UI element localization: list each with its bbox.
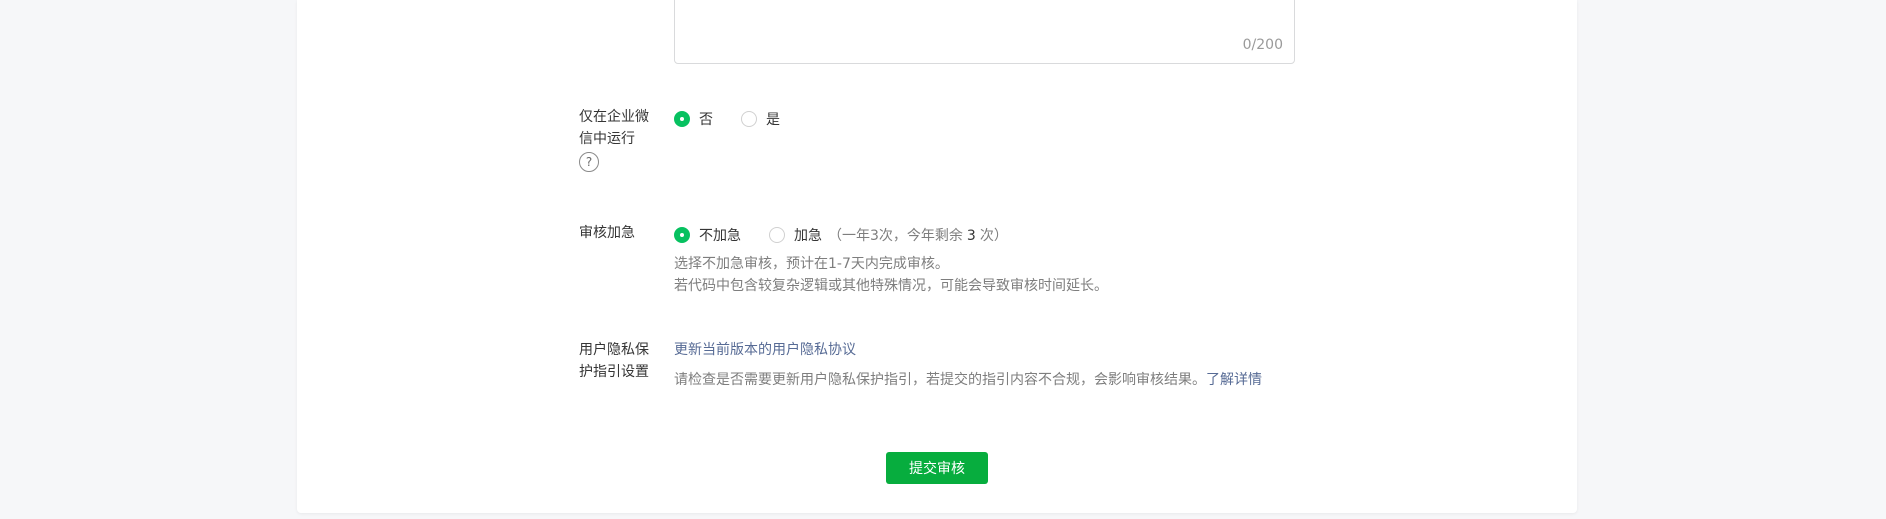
quota-prefix: （一年3次，今年剩余 bbox=[828, 228, 963, 244]
radio-label: 不加急 bbox=[699, 228, 741, 244]
submit-review-button[interactable]: 提交审核 bbox=[886, 452, 988, 484]
radio-checked-icon[interactable] bbox=[674, 111, 690, 127]
quota-count: 3 bbox=[966, 228, 976, 244]
expedite-quota: （一年3次，今年剩余 3 次） bbox=[828, 225, 1008, 245]
enterprise-only-label: 仅在企业微信中运行 ? bbox=[579, 106, 653, 173]
radio-label: 加急 bbox=[794, 228, 822, 244]
radio-unchecked-icon[interactable] bbox=[769, 227, 785, 243]
expedite-description: 选择不加急审核，预计在1-7天内完成审核。 若代码中包含较复杂逻辑或其他特殊情况… bbox=[674, 253, 1108, 297]
description-textarea[interactable]: 0/200 bbox=[674, 0, 1295, 64]
learn-more-link[interactable]: 了解详情 bbox=[1206, 372, 1262, 388]
expedite-desc-line: 若代码中包含较复杂逻辑或其他特殊情况，可能会导致审核时间延长。 bbox=[674, 278, 1108, 294]
update-privacy-link[interactable]: 更新当前版本的用户隐私协议 bbox=[674, 342, 856, 358]
radio-unchecked-icon[interactable] bbox=[741, 111, 757, 127]
char-counter: 0/200 bbox=[1242, 37, 1283, 53]
expedite-option-urgent[interactable]: 加急 bbox=[769, 225, 822, 245]
expedite-label: 审核加急 bbox=[579, 225, 635, 241]
expedite-desc-line: 选择不加急审核，预计在1-7天内完成审核。 bbox=[674, 256, 949, 272]
radio-label: 是 bbox=[766, 112, 780, 128]
privacy-content: 更新当前版本的用户隐私协议 请检查是否需要更新用户隐私保护指引，若提交的指引内容… bbox=[674, 339, 1262, 391]
enterprise-only-label-text: 仅在企业微信中运行 bbox=[579, 109, 649, 147]
radio-checked-icon[interactable] bbox=[674, 227, 690, 243]
quota-suffix: 次） bbox=[979, 228, 1008, 244]
privacy-label: 用户隐私保护指引设置 bbox=[579, 342, 649, 380]
radio-label: 否 bbox=[699, 112, 713, 128]
expedite-radio-group: 不加急 加急 （一年3次，今年剩余 3 次） bbox=[674, 225, 1008, 245]
enterprise-only-option-no[interactable]: 否 bbox=[674, 109, 713, 129]
privacy-notice: 请检查是否需要更新用户隐私保护指引，若提交的指引内容不合规，会影响审核结果。 bbox=[674, 372, 1206, 388]
enterprise-only-option-yes[interactable]: 是 bbox=[741, 109, 780, 129]
question-circle-icon[interactable]: ? bbox=[579, 152, 599, 172]
enterprise-only-radio-group: 否 是 bbox=[674, 109, 808, 129]
expedite-option-normal[interactable]: 不加急 bbox=[674, 225, 741, 245]
